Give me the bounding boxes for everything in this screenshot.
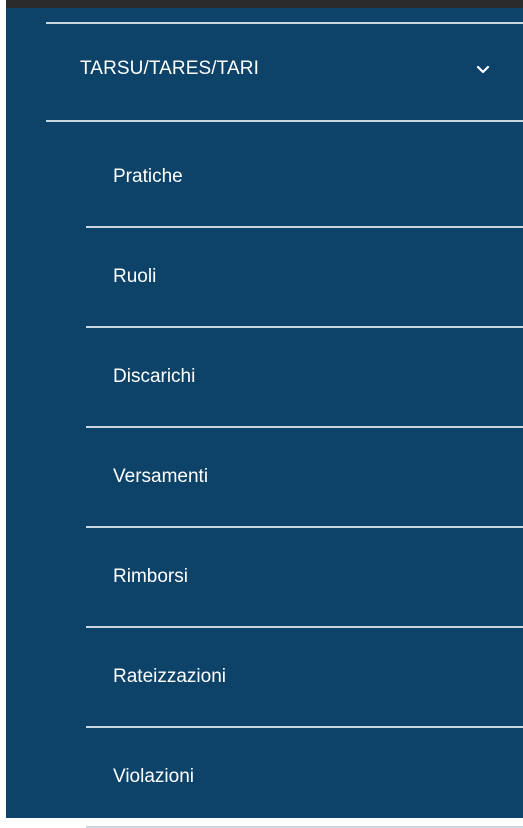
divider: [86, 426, 523, 428]
top-dark-strip: [6, 0, 523, 8]
screenshot-frame: TARSU/TARES/TARI Pratiche Ruoli Discarichi…: [0, 0, 523, 828]
sidebar-menu: TARSU/TARES/TARI Pratiche Ruoli Discarichi…: [6, 8, 523, 828]
submenu-item-rimborsi[interactable]: Rimborsi: [6, 529, 523, 628]
divider: [86, 726, 523, 728]
divider: [86, 326, 523, 328]
divider: [86, 526, 523, 528]
submenu-item-violazioni[interactable]: Violazioni: [6, 729, 523, 828]
divider: [86, 226, 523, 228]
chevron-down-icon[interactable]: [473, 60, 493, 80]
menu-item-tarsu-tares-tari[interactable]: TARSU/TARES/TARI: [6, 24, 523, 120]
submenu-item-versamenti[interactable]: Versamenti: [6, 429, 523, 528]
submenu-item-label: Ruoli: [113, 266, 157, 287]
submenu-item-label: Discarichi: [113, 366, 196, 387]
menu-item-label: TARSU/TARES/TARI: [80, 58, 259, 79]
submenu-item-ruoli[interactable]: Ruoli: [6, 229, 523, 328]
submenu-item-label: Rimborsi: [113, 566, 188, 587]
submenu-item-pratiche[interactable]: Pratiche: [6, 129, 523, 228]
divider: [86, 626, 523, 628]
submenu-item-label: Violazioni: [113, 766, 194, 787]
submenu-item-label: Versamenti: [113, 466, 209, 487]
submenu-item-discarichi[interactable]: Discarichi: [6, 329, 523, 428]
submenu-item-label: Rateizzazioni: [113, 666, 226, 687]
divider: [46, 120, 523, 122]
submenu-item-rateizzazioni[interactable]: Rateizzazioni: [6, 629, 523, 728]
submenu-item-label: Pratiche: [113, 166, 183, 187]
